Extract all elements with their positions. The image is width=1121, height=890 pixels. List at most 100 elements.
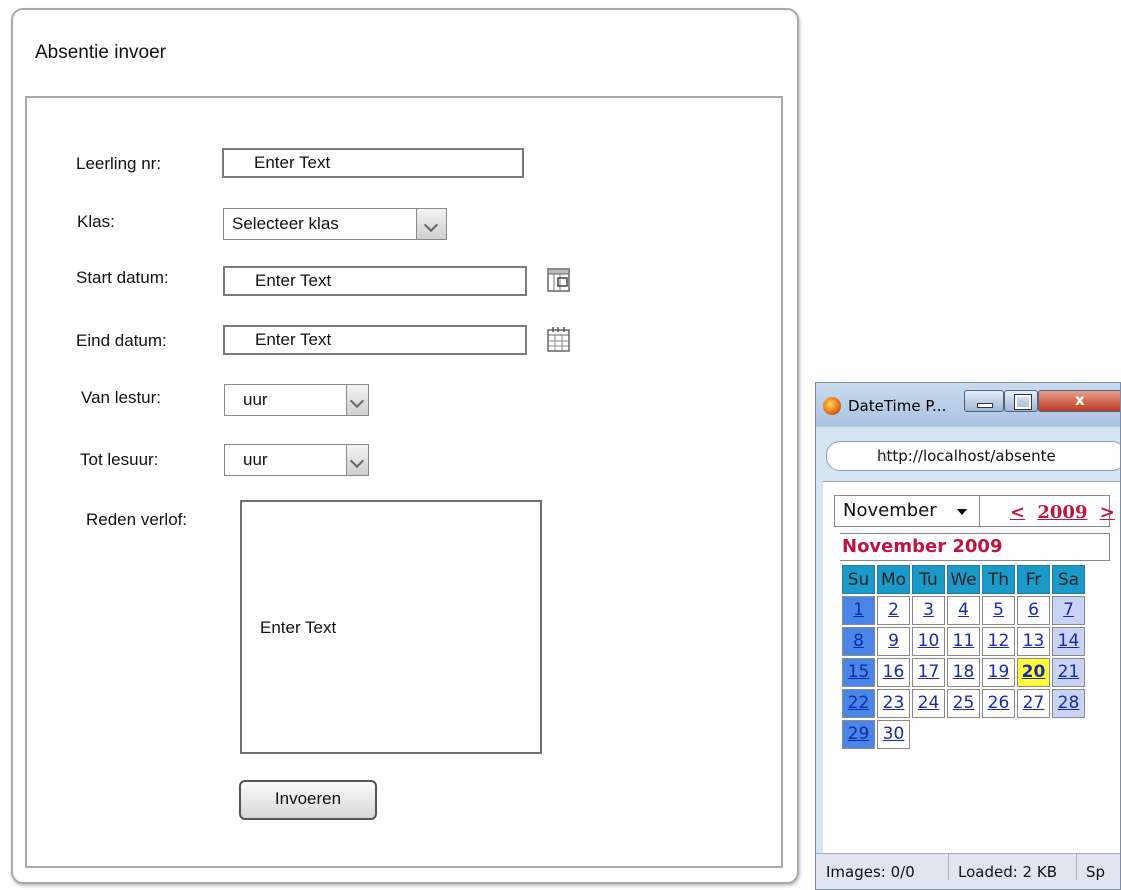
calendar-day[interactable]: 27 [1017, 689, 1050, 718]
chevron-down-icon[interactable] [416, 209, 446, 239]
minimize-button[interactable] [964, 390, 1004, 412]
calendar-day-today[interactable]: 20 [1017, 658, 1050, 687]
status-loaded: Loaded: 2 KB [958, 863, 1057, 881]
calendar-week-row: 8 9 10 11 12 13 14 [842, 627, 1085, 656]
chevron-down-icon[interactable] [346, 445, 368, 475]
start-date-label: Start datum: [76, 268, 169, 287]
calendar-day[interactable]: 8 [842, 627, 875, 656]
calendar-week-row: 1234567 [842, 596, 1085, 625]
from-hour-value: uur [243, 390, 268, 409]
calendar-day[interactable]: 1 [842, 596, 875, 625]
status-divider [1076, 854, 1077, 880]
maximize-button[interactable] [1004, 390, 1038, 412]
form-panel: Leerling nr: Enter Text Klas: Selecteer … [25, 96, 783, 868]
calendar-day[interactable]: 13 [1017, 627, 1050, 656]
to-hour-select[interactable]: uur [224, 444, 369, 476]
calendar-empty-cell [912, 720, 945, 749]
calendar-day[interactable]: 16 [877, 658, 910, 687]
close-button[interactable]: x [1038, 390, 1120, 412]
from-hour-select[interactable]: uur [224, 384, 369, 416]
to-hour-label: Tot lesuur: [80, 450, 159, 469]
end-date-label: Eind datum: [76, 331, 167, 350]
calendar-icon[interactable] [545, 266, 573, 294]
calendar-day[interactable]: 9 [877, 627, 910, 656]
calendar-day[interactable]: 18 [947, 658, 980, 687]
year-nav: < 2009 > [1010, 502, 1115, 523]
calendar-week-row: 15 16 17 18 19 20 21 [842, 658, 1085, 687]
leerling-input[interactable]: Enter Text [222, 148, 524, 178]
chevron-down-icon[interactable] [346, 385, 368, 415]
weekday-header: We [947, 565, 980, 594]
calendar-empty-cell [982, 720, 1015, 749]
reason-placeholder: Enter Text [260, 618, 337, 637]
bookmark-star-icon[interactable]: ☆ [877, 447, 890, 465]
datetime-picker-window: DateTime P... x http://localhost/absente… [815, 382, 1121, 890]
weekday-header: Mo [877, 565, 910, 594]
from-hour-label: Van lestur: [81, 388, 162, 407]
calendar-day[interactable]: 25 [947, 689, 980, 718]
window-title: DateTime P... [848, 397, 947, 415]
title-bar: DateTime P... x [816, 383, 1120, 427]
absence-form-window: Absentie invoer Leerling nr: Enter Text … [11, 8, 799, 884]
submit-button[interactable]: Invoeren [239, 780, 377, 820]
calendar-empty-cell [1052, 720, 1085, 749]
status-divider [948, 854, 949, 880]
weekday-header: Th [982, 565, 1015, 594]
calendar-day[interactable]: 2 [877, 596, 910, 625]
close-icon: x [1075, 391, 1085, 409]
calendar-week-row: 22 23 24 25 26 27 28 [842, 689, 1085, 718]
calendar-day[interactable]: 5 [982, 596, 1015, 625]
klas-label: Klas: [77, 212, 115, 231]
calendar-day[interactable]: 14 [1052, 627, 1085, 656]
calendar-days: 1 2 3 4 5 6 7 8 9 10 11 12 13 14 15 16 17 18 19 20 21 22 23 24 2… [842, 596, 1085, 749]
to-hour-value: uur [243, 450, 268, 469]
next-year-link[interactable]: > [1100, 502, 1115, 523]
url-text: http://localhost/absente [877, 447, 1056, 465]
calendar-day[interactable]: 15 [842, 658, 875, 687]
calendar-week-row: 29 30 [842, 720, 1085, 749]
weekday-header: Tu [912, 565, 945, 594]
status-images: Images: 0/0 [826, 863, 915, 881]
klas-select-value: Selecteer klas [232, 214, 339, 233]
calendar-day[interactable]: 28 [1052, 689, 1085, 718]
reason-textarea[interactable]: Enter Text [240, 500, 542, 754]
start-date-input[interactable]: Enter Text [223, 266, 527, 296]
calendar-title: November 2009 [840, 533, 1110, 561]
prev-year-link[interactable]: < [1010, 502, 1025, 523]
reason-label: Reden verlof: [86, 510, 188, 529]
address-bar[interactable]: http://localhost/absente ☆ [826, 441, 1120, 471]
calendar-icon[interactable] [545, 326, 573, 354]
calendar-day[interactable]: 26 [982, 689, 1015, 718]
calendar-empty-cell [947, 720, 980, 749]
year-value[interactable]: 2009 [1037, 502, 1087, 523]
calendar-day[interactable]: 12 [982, 627, 1015, 656]
status-speed: Sp [1086, 863, 1106, 881]
calendar-empty-cell [1017, 720, 1050, 749]
month-select-value: November [843, 500, 937, 521]
calendar-day[interactable]: 4 [947, 596, 980, 625]
calendar-day[interactable]: 19 [982, 658, 1015, 687]
weekday-header: Su [842, 565, 875, 594]
calendar-day[interactable]: 6 [1017, 596, 1050, 625]
calendar-day[interactable]: 21 [1052, 658, 1085, 687]
calendar-day[interactable]: 22 [842, 689, 875, 718]
leerling-label: Leerling nr: [76, 154, 162, 173]
calendar-day[interactable]: 3 [912, 596, 945, 625]
klas-select[interactable]: Selecteer klas [223, 208, 447, 240]
calendar-day[interactable]: 24 [912, 689, 945, 718]
end-date-input[interactable]: Enter Text [223, 325, 527, 355]
calendar-day[interactable]: 10 [912, 627, 945, 656]
calendar-grid: Su Mo Tu We Th Fr Sa 1 2 3 4 5 6 7 8 9 10 11 12 13 14 15 16 17… [840, 563, 1087, 751]
calendar-day[interactable]: 7 [1052, 596, 1085, 625]
calendar-day[interactable]: 29 [842, 720, 875, 749]
status-bar: Images: 0/0 Loaded: 2 KB Sp [816, 853, 1120, 889]
form-title: Absentie invoer [35, 42, 166, 63]
calendar-day[interactable]: 11 [947, 627, 980, 656]
calendar-day[interactable]: 17 [912, 658, 945, 687]
month-select[interactable]: November [834, 495, 980, 527]
weekday-header: Sa [1052, 565, 1085, 594]
calendar-day[interactable]: 23 [877, 689, 910, 718]
dropdown-arrow-icon[interactable] [957, 509, 967, 515]
calendar-day[interactable]: 30 [877, 720, 910, 749]
weekday-header: Fr [1017, 565, 1050, 594]
